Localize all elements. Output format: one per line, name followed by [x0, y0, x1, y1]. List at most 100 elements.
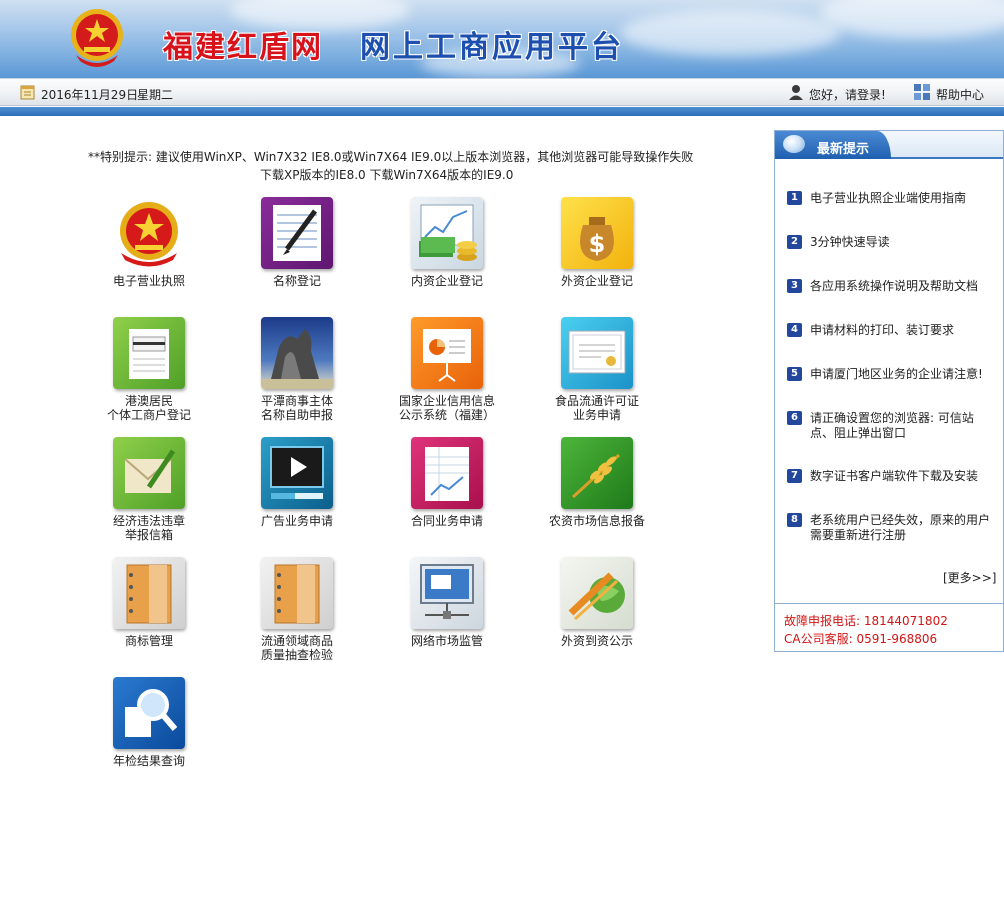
download-ie8-link[interactable]: 下载XP版本的IE8.0 — [260, 168, 366, 182]
app-label: 外资到资公示 — [560, 634, 633, 648]
panel-header: 最新提示 — [775, 131, 1003, 159]
speech-bubble-icon — [783, 135, 805, 153]
app-label: 合同业务申请 — [410, 514, 483, 528]
tip-item[interactable]: 1 电子营业执照企业端使用指南 — [787, 191, 997, 206]
orange-binder-icon — [261, 557, 333, 629]
app-label: 港澳居民 个体工商户登记 — [106, 394, 191, 422]
app-food-circulation-license[interactable]: 食品流通许可证 业务申请 — [522, 317, 672, 422]
app-label: 食品流通许可证 业务申请 — [554, 394, 639, 422]
app-foreign-enterprise[interactable]: $ 外资企业登记 — [522, 197, 672, 288]
national-emblem-icon — [71, 9, 123, 67]
tip-number: 3 — [787, 279, 802, 293]
app-label: 年检结果查询 — [112, 754, 185, 768]
app-contract-application[interactable]: 合同业务申请 — [372, 437, 522, 528]
platform-name: 网上工商应用平台 — [360, 30, 624, 65]
more-link[interactable]: [更多>>] — [943, 569, 996, 586]
app-hk-macau-individual[interactable]: 港澳居民 个体工商户登记 — [74, 317, 224, 422]
app-label: 内资企业登记 — [410, 274, 483, 288]
tip-number: 6 — [787, 411, 802, 425]
tip-item[interactable]: 5 申请厦门地区业务的企业请注意! — [787, 367, 997, 382]
tip-number: 2 — [787, 235, 802, 249]
app-label: 农资市场信息报备 — [548, 514, 645, 528]
site-name: 福建红盾网 — [163, 30, 323, 65]
tip-item[interactable]: 2 3分钟快速导读 — [787, 235, 997, 250]
panel-title: 最新提示 — [817, 142, 870, 157]
globe-ribbon-icon — [561, 557, 633, 629]
network-monitor-icon — [411, 557, 483, 629]
app-violation-report-mailbox[interactable]: 经济违法违章 举报信箱 — [74, 437, 224, 542]
app-label: 电子营业执照 — [112, 274, 185, 288]
app-label: 广告业务申请 — [260, 514, 333, 528]
help-center-link[interactable]: 帮助中心 — [936, 86, 984, 103]
app-credit-publicity-system[interactable]: 国家企业信用信息 公示系统（福建） — [372, 317, 522, 422]
tip-text: 各应用系统操作说明及帮助文档 — [810, 279, 979, 293]
tip-number: 1 — [787, 191, 802, 205]
login-link[interactable]: 您好，请登录! — [809, 86, 886, 103]
tip-item[interactable]: 3 各应用系统操作说明及帮助文档 — [787, 279, 997, 294]
help-grid-icon[interactable] — [913, 83, 931, 101]
app-agricultural-market-report[interactable]: 农资市场信息报备 — [522, 437, 672, 528]
tip-number: 7 — [787, 469, 802, 483]
tip-number: 5 — [787, 367, 802, 381]
app-quality-inspection[interactable]: 流通领域商品 质量抽查检验 — [222, 557, 372, 662]
magnifier-icon — [113, 677, 185, 749]
app-electronic-license[interactable]: 电子营业执照 — [74, 197, 224, 288]
fault-hotline: 故障申报电话: 18144071802 — [784, 614, 948, 628]
app-label: 经济违法违章 举报信箱 — [112, 514, 185, 542]
certificate-icon — [561, 317, 633, 389]
app-foreign-capital-publicity[interactable]: 外资到资公示 — [522, 557, 672, 648]
tip-text: 电子营业执照企业端使用指南 — [810, 191, 967, 205]
chart-money-icon — [411, 197, 483, 269]
tip-number: 4 — [787, 323, 802, 337]
tip-item[interactable]: 7 数字证书客户端软件下载及安装 — [787, 469, 997, 484]
ca-service-phone: CA公司客服: 0591-968806 — [784, 632, 938, 646]
national-emblem-icon — [113, 197, 185, 269]
app-label: 平潭商事主体 名称自助申报 — [260, 394, 333, 422]
app-label: 流通领域商品 质量抽查检验 — [260, 634, 333, 662]
app-pingtan-name-declaration[interactable]: 平潭商事主体 名称自助申报 — [222, 317, 372, 422]
wheat-icon — [561, 437, 633, 509]
tip-text: 请正确设置您的浏览器: 可信站点、阻止弹出窗口 — [810, 411, 974, 440]
user-icon[interactable] — [787, 83, 805, 101]
panel-tab: 最新提示 — [775, 131, 891, 159]
tip-text: 申请厦门地区业务的企业请注意! — [810, 367, 983, 381]
tip-text: 数字证书客户端软件下载及安装 — [810, 469, 979, 483]
download-ie9-link[interactable]: 下载Win7X64版本的IE9.0 — [370, 168, 514, 182]
video-player-icon — [261, 437, 333, 509]
current-date: 2016年11月29日 — [41, 88, 139, 102]
app-advertising-application[interactable]: 广告业务申请 — [222, 437, 372, 528]
app-online-market-supervision[interactable]: 网络市场监管 — [372, 557, 522, 648]
tip-text: 3分钟快速导读 — [810, 235, 890, 249]
header-divider — [0, 107, 1004, 116]
current-weekday: 星期二 — [137, 88, 174, 102]
spreadsheet-chart-icon — [411, 437, 483, 509]
tip-text: 申请材料的打印、装订要求 — [810, 323, 955, 337]
tip-number: 8 — [787, 513, 802, 527]
app-label: 名称登记 — [272, 274, 321, 288]
tip-item[interactable]: 4 申请材料的打印、装订要求 — [787, 323, 997, 338]
status-bar: 2016年11月29日 星期二 您好，请登录! 帮助中心 — [0, 78, 1004, 106]
app-label: 商标管理 — [124, 634, 173, 648]
app-annual-inspection-query[interactable]: 年检结果查询 — [74, 677, 224, 768]
calendar-icon — [20, 85, 35, 100]
dollar-bag-icon: $ — [561, 197, 633, 269]
app-domestic-enterprise[interactable]: 内资企业登记 — [372, 197, 522, 288]
tip-text: 老系统用户已经失效，原来的用户需要重新进行注册 — [810, 513, 991, 542]
browser-notice: **特别提示: 建议使用WinXP、Win7X32 IE8.0或Win7X64 … — [88, 150, 694, 164]
envelope-pencil-icon — [113, 437, 185, 509]
app-name-registration[interactable]: 名称登记 — [222, 197, 372, 288]
app-label: 外资企业登记 — [560, 274, 633, 288]
download-links: 下载XP版本的IE8.0 下载Win7X64版本的IE9.0 — [260, 166, 513, 183]
presentation-board-icon — [411, 317, 483, 389]
orange-binder-icon — [113, 557, 185, 629]
tip-item[interactable]: 6 请正确设置您的浏览器: 可信站点、阻止弹出窗口 — [787, 411, 997, 441]
panel-divider — [775, 603, 1003, 604]
svg-text:$: $ — [589, 230, 606, 258]
app-trademark-management[interactable]: 商标管理 — [74, 557, 224, 648]
notebook-pen-icon — [261, 197, 333, 269]
tip-item[interactable]: 8 老系统用户已经失效，原来的用户需要重新进行注册 — [787, 513, 997, 543]
receipt-card-icon — [113, 317, 185, 389]
latest-tips-panel: 最新提示 1 电子营业执照企业端使用指南 2 3分钟快速导读 3 各应用系统操作… — [774, 130, 1004, 652]
app-label: 网络市场监管 — [410, 634, 483, 648]
site-banner: 福建红盾网 网上工商应用平台 — [0, 0, 1004, 78]
